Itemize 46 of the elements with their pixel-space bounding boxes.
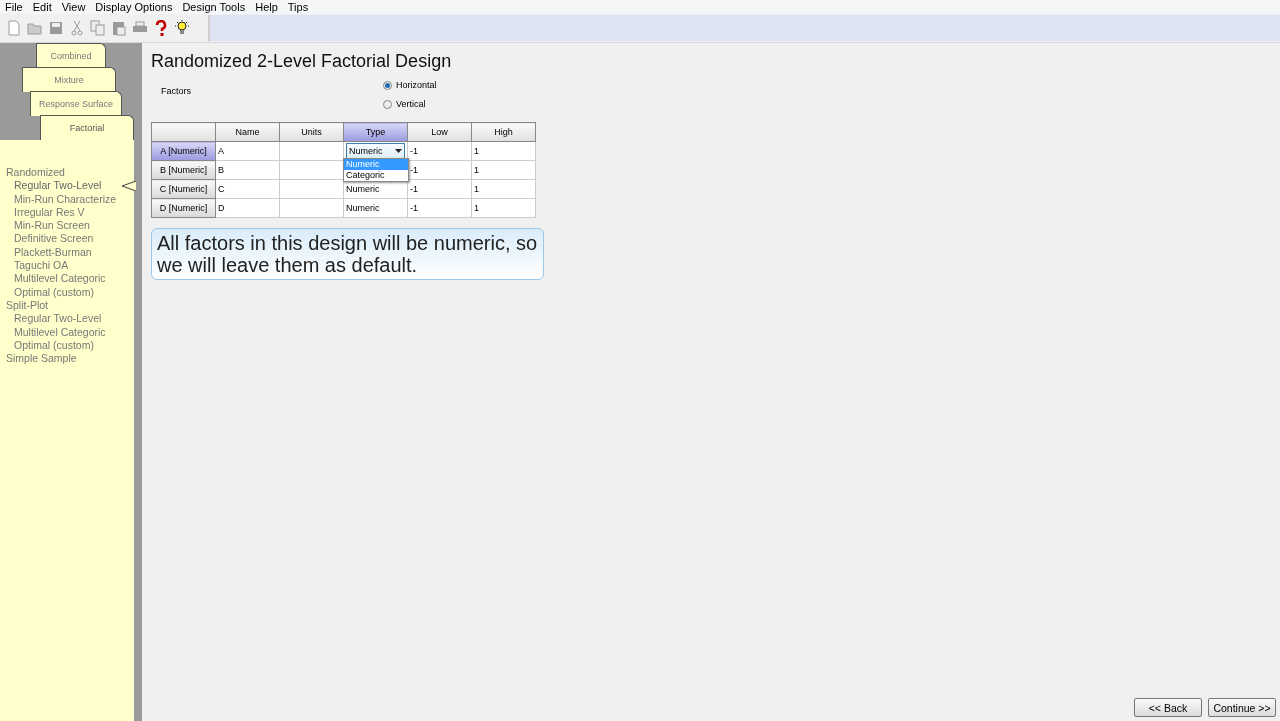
tree-item[interactable]: Min-Run Characterize — [14, 192, 117, 205]
menu-item[interactable]: Tips — [282, 0, 314, 14]
menu-item[interactable]: Display Options — [90, 0, 178, 14]
nav-button[interactable]: << Back — [1134, 698, 1202, 717]
menu-item[interactable]: Edit — [27, 0, 57, 14]
radio-icon[interactable] — [383, 99, 392, 109]
nav-button[interactable]: Continue >> — [1208, 698, 1276, 717]
menu-item[interactable]: View — [56, 0, 91, 14]
tree-item[interactable]: Randomized — [6, 166, 134, 180]
column-header[interactable]: High — [471, 122, 536, 142]
column-header[interactable]: Type — [343, 122, 408, 142]
column-header[interactable]: Name — [215, 122, 280, 142]
tip-icon[interactable] — [174, 20, 190, 36]
dropdown-option[interactable]: Categoric — [344, 170, 408, 181]
help-icon[interactable] — [153, 20, 169, 36]
callout-tip: All factors in this design will be numeric, so we will leave them as default. — [151, 228, 544, 280]
orientation-radio[interactable]: Horizontal — [383, 80, 437, 90]
tree-item[interactable]: Taguchi OA — [14, 259, 69, 272]
column-header[interactable]: Low — [407, 122, 472, 142]
menu-item[interactable]: File — [0, 0, 28, 14]
menu-item[interactable]: Design Tools — [177, 0, 251, 14]
tree-item[interactable]: Multilevel Categoric — [14, 272, 106, 285]
column-header[interactable]: Units — [279, 122, 344, 142]
pointer-icon — [122, 181, 136, 192]
tree-item[interactable]: Min-Run Screen — [14, 219, 90, 232]
tree-item[interactable]: Optimal (custom) — [14, 285, 94, 298]
tree-item[interactable]: Split-Plot — [6, 298, 134, 313]
design-tab[interactable]: Factorial — [40, 115, 134, 140]
orientation-radio[interactable]: Vertical — [383, 99, 437, 109]
tree-item[interactable]: Regular Two-Level — [14, 179, 102, 192]
dropdown-arrow-icon[interactable] — [395, 149, 402, 153]
design-tab[interactable]: Combined — [36, 43, 106, 68]
tree-item[interactable]: Definitive Screen — [14, 232, 94, 245]
tree-item[interactable]: Plackett-Burman — [14, 245, 92, 258]
tree-item[interactable]: Optimal (custom) — [14, 338, 94, 351]
design-tab[interactable]: Mixture — [22, 67, 116, 92]
menu-item[interactable]: Help — [250, 0, 283, 14]
radio-icon[interactable] — [383, 80, 392, 90]
tree-item[interactable]: Multilevel Categoric — [14, 325, 106, 338]
corner-header — [151, 122, 216, 142]
factors-label: Factors — [161, 86, 191, 96]
tree-item[interactable]: Irregular Res V — [14, 205, 85, 218]
tree-item[interactable]: Simple Sample — [6, 352, 134, 366]
design-tab[interactable]: Response Surface — [30, 91, 122, 116]
tree-item[interactable]: Regular Two-Level — [14, 312, 102, 325]
page-title: Randomized 2-Level Factorial Design — [151, 51, 453, 72]
